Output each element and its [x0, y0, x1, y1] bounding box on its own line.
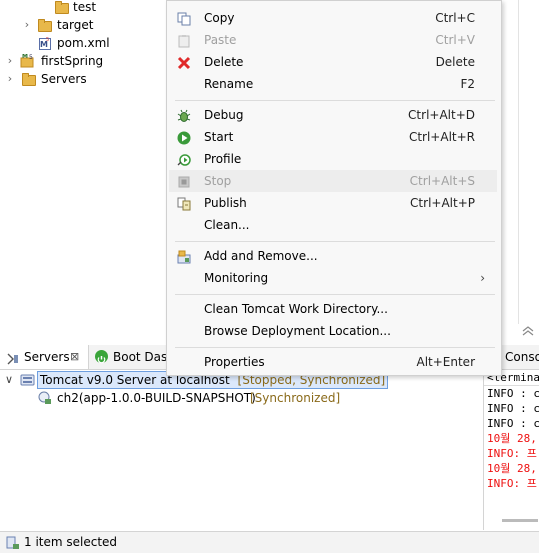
menu-item-copy[interactable]: Copy Ctrl+C	[169, 7, 497, 29]
menu-item-rename[interactable]: Rename F2	[169, 73, 497, 95]
tree-item-pom-xml[interactable]: M5 pom.xml	[0, 34, 166, 52]
status-bar: 1 item selected	[0, 531, 539, 553]
copy-icon	[177, 11, 191, 26]
servers-view-icon	[6, 350, 20, 365]
menu-item-browse-deployment-location[interactable]: Browse Deployment Location...	[169, 320, 497, 342]
tab-servers[interactable]: Servers ⊠	[0, 345, 89, 369]
tree-item-target[interactable]: › target	[0, 16, 166, 34]
folder-icon	[55, 1, 69, 14]
menu-item-clean[interactable]: Clean...	[169, 214, 497, 236]
console-line: 10월 28,	[487, 432, 537, 445]
chevron-down-icon[interactable]: ∨	[5, 371, 13, 389]
module-icon	[38, 391, 52, 405]
console-line: INFO : c	[487, 402, 539, 415]
menu-item-publish[interactable]: Publish Ctrl+Alt+P	[169, 192, 497, 214]
delete-icon	[177, 55, 191, 70]
chevron-right-icon[interactable]: ›	[5, 70, 15, 88]
menu-item-properties[interactable]: Properties Alt+Enter	[169, 351, 497, 373]
project-explorer: test › target M5 pom.xml › M5 firstSprin…	[0, 0, 166, 344]
stop-icon	[177, 174, 191, 188]
tomcat-server-icon	[20, 373, 35, 387]
menu-separator	[175, 241, 495, 242]
console-line: INFO: 프	[487, 447, 537, 460]
servers-view: ∨ Tomcat v9.0 Server at localhost [Stopp…	[0, 370, 483, 530]
profile-icon	[177, 152, 191, 166]
menu-separator	[175, 294, 495, 295]
panel-minimize-icon[interactable]	[521, 324, 535, 338]
add-remove-icon	[177, 249, 191, 264]
context-menu: Copy Ctrl+C Paste Ctrl+V Delete Delete R…	[166, 0, 502, 376]
chevron-right-icon[interactable]: ›	[5, 52, 15, 70]
menu-item-start[interactable]: Start Ctrl+Alt+R	[169, 126, 497, 148]
menu-separator	[175, 347, 495, 348]
console-line: INFO : c	[487, 417, 539, 430]
console-line: INFO: 프	[487, 477, 537, 490]
svg-text:M: M	[22, 54, 28, 60]
project-icon: M5	[20, 53, 34, 68]
debug-icon	[177, 108, 191, 122]
menu-item-debug[interactable]: Debug Ctrl+Alt+D	[169, 104, 497, 126]
editor-area-edge	[518, 0, 519, 324]
folder-icon	[22, 73, 36, 86]
console-scrollbar[interactable]	[502, 519, 538, 522]
publish-icon	[177, 196, 191, 211]
console-line: INFO : c	[487, 387, 539, 400]
submenu-arrow-icon: ›	[480, 271, 485, 285]
menu-item-add-and-remove[interactable]: Add and Remove...	[169, 245, 497, 267]
chevron-right-icon[interactable]: ›	[22, 16, 32, 34]
menu-separator	[175, 100, 495, 101]
console-line: 10월 28,	[487, 462, 537, 475]
paste-icon	[177, 33, 191, 48]
menu-item-paste: Paste Ctrl+V	[169, 29, 497, 51]
menu-item-monitoring[interactable]: Monitoring ›	[169, 267, 497, 289]
tab-boot-dash[interactable]: Boot Dash	[92, 345, 175, 369]
boot-dash-icon	[95, 350, 108, 364]
servers-status-icon	[6, 536, 20, 550]
folder-icon	[38, 19, 52, 32]
start-icon	[177, 130, 191, 145]
tree-item-firstspring[interactable]: › M5 firstSpring	[0, 52, 166, 70]
tree-item-test[interactable]: test	[0, 0, 166, 16]
menu-item-stop: Stop Ctrl+Alt+S	[169, 170, 497, 192]
maven-file-icon: M5	[39, 36, 53, 50]
module-row[interactable]: ch2(app-1.0.0-BUILD-SNAPSHOT) [Synchroni…	[0, 389, 483, 407]
menu-item-delete[interactable]: Delete Delete	[169, 51, 497, 73]
menu-item-clean-tomcat-work-directory[interactable]: Clean Tomcat Work Directory...	[169, 298, 497, 320]
menu-item-profile[interactable]: Profile	[169, 148, 497, 170]
svg-text:5: 5	[46, 37, 49, 43]
tree-item-servers[interactable]: › Servers	[0, 70, 166, 88]
svg-text:5: 5	[29, 54, 33, 61]
close-tab-icon[interactable]: ⊠	[70, 345, 79, 369]
